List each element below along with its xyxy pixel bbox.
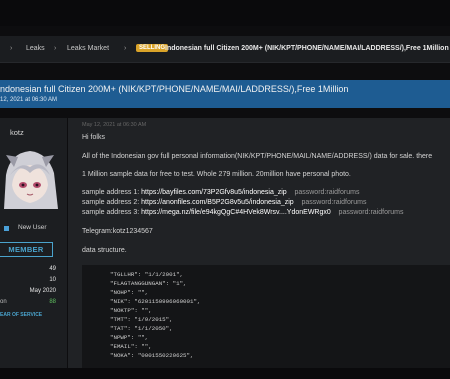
sample-address-1: sample address 1: https://bayfiles.com/7… — [82, 189, 360, 196]
sample-link-3[interactable]: https://mega.nz/file/e94kgQgC#4HVek8Wrsv… — [141, 209, 331, 216]
post-telegram: Telegram:kotz1234567 — [82, 228, 153, 235]
code-line: "TMT": "1/9/2015", — [110, 316, 173, 323]
code-line: "EMAIL": "", — [110, 343, 152, 350]
sample-link-2[interactable]: https://anonfiles.com/B5P2G8v5u5/indones… — [141, 199, 294, 206]
code-line: "TAT": "1/1/2050", — [110, 325, 173, 332]
code-line: "NOKA": "0001550220625", — [110, 352, 194, 359]
thread-title-bar: ndonesian full Citizen 200M+ (NIK/KPT/PH… — [0, 80, 450, 108]
user-sidebar: kotz New User MEMBER 49 10 May 2020 on 8… — [0, 118, 67, 368]
sample-link-1[interactable]: https://bayfiles.com/73P2Gfv8u5/indonesi… — [141, 189, 287, 196]
year-of-service-badge: EAR OF SERVICE — [0, 312, 43, 318]
member-rank-badge: MEMBER — [0, 242, 53, 257]
post-date: May 12, 2021 at 06:30 AM — [82, 122, 147, 128]
spacer — [0, 108, 450, 118]
sample-address-2: sample address 2: https://anonfiles.com/… — [82, 199, 367, 206]
code-line: "FLAGTANGGUNGAN": "1", — [110, 280, 187, 287]
avatar[interactable] — [0, 145, 60, 209]
code-line: "NOHP": "", — [110, 289, 149, 296]
thread-title: ndonesian full Citizen 200M+ (NIK/KPT/PH… — [0, 84, 349, 94]
post-structure-label: data structure. — [82, 247, 127, 254]
bottom-dark-band — [0, 368, 450, 379]
code-line: "NIK": "6201150906060001", — [110, 298, 201, 305]
code-line: "TGLLHR": "1/1/2001", — [110, 271, 184, 278]
selling-badge: SELLING — [136, 44, 169, 52]
chevron-right-icon: › — [54, 45, 57, 52]
code-line: "NPWP": "", — [110, 334, 149, 341]
thread-date: 12, 2021 at 06:30 AM — [0, 97, 58, 103]
post-sample-note: 1 Million sample data for free to test. … — [82, 171, 351, 178]
breadcrumb-thread-title[interactable]: Indonesian full Citizen 200M+ (NIK/KPT/P… — [165, 45, 449, 52]
post-greeting: Hi folks — [82, 134, 105, 141]
code-block: "TGLLHR": "1/1/2001", "FLAGTANGGUNGAN": … — [82, 265, 450, 369]
breadcrumb-leaks[interactable]: Leaks — [26, 45, 45, 52]
username[interactable]: kotz — [10, 128, 24, 137]
chevron-right-icon: › — [10, 45, 13, 52]
new-user-icon — [4, 226, 9, 231]
post-body: May 12, 2021 at 06:30 AM Hi folks All of… — [68, 118, 450, 369]
user-role: New User — [18, 224, 47, 231]
breadcrumb-leaks-market[interactable]: Leaks Market — [67, 45, 109, 52]
top-dark-band — [0, 0, 450, 26]
breadcrumb: › Leaks › Leaks Market › SELLING Indones… — [0, 36, 450, 63]
post-intro: All of the Indonesian gov full personal … — [82, 153, 433, 160]
chevron-right-icon: › — [124, 45, 127, 52]
code-line: "NOKTP": "", — [110, 307, 152, 314]
sample-address-3: sample address 3: https://mega.nz/file/e… — [82, 209, 404, 216]
